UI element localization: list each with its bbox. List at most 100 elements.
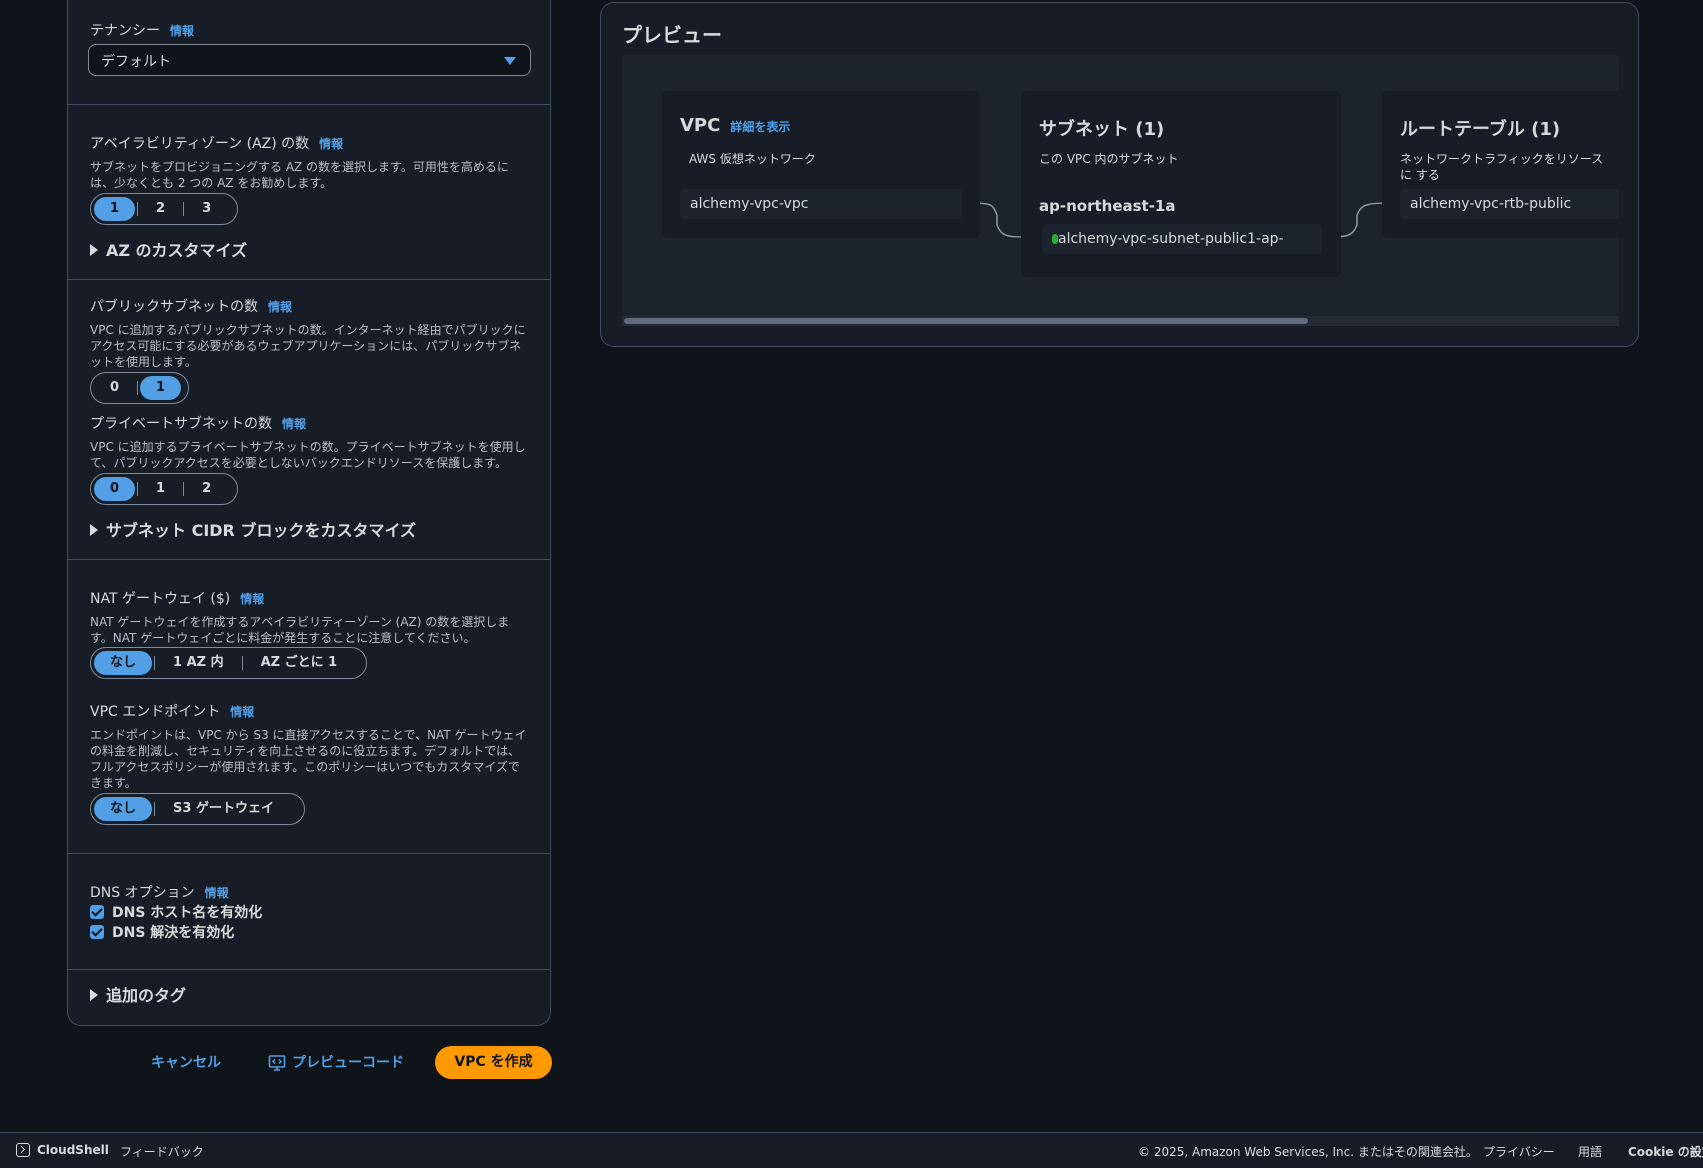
az-count-option-3[interactable]: 3 [186, 197, 227, 221]
vpc-node[interactable]: alchemy-vpc-vpc [680, 189, 962, 219]
vpc-card-subtitle: AWS 仮想ネットワーク [689, 152, 816, 166]
az-count-description: サブネットをプロビジョニングする AZ の数を選択します。可用性を高めるには、少… [90, 160, 509, 190]
vpc-endpoint-segmented-control: なし S3 ゲートウェイ [90, 793, 305, 825]
divider [68, 559, 550, 560]
az-count-segmented-control: 1 2 3 [90, 193, 238, 225]
vpc-endpoint-info-link[interactable]: 情報 [230, 705, 254, 719]
nat-option-1az[interactable]: 1 AZ 内 [157, 651, 240, 675]
nat-option-none[interactable]: なし [94, 651, 153, 675]
route-tables-card-subtitle: ネットワークトラフィックをリソースに する [1400, 152, 1604, 182]
caret-down-icon [504, 57, 516, 65]
subnet-cidr-customize-expander[interactable]: サブネット CIDR ブロックをカスタマイズ [90, 517, 416, 541]
public-subnets-option-1[interactable]: 1 [140, 376, 182, 400]
private-subnets-description: VPC に追加するプライベートサブネットの数。プライベートサブネットを使用して、… [90, 440, 526, 470]
cloudshell-link[interactable]: CloudShell [37, 1143, 109, 1157]
separator [137, 482, 139, 496]
caret-right-icon [90, 988, 98, 1001]
subnets-card: サブネット (1) この VPC 内のサブネット ap-northeast-1a… [1021, 91, 1341, 277]
nat-gateway-label: NAT ゲートウェイ ($) 情報 [90, 591, 265, 607]
preview-title: プレビュー [622, 23, 722, 47]
additional-tags-expander[interactable]: 追加のタグ [90, 982, 186, 1006]
dns-options-section: DNS オプション 情報 [68, 882, 550, 902]
divider [68, 279, 550, 280]
route-table-node[interactable]: alchemy-vpc-rtb-public [1400, 189, 1619, 219]
subnets-card-subtitle: この VPC 内のサブネット [1039, 152, 1179, 166]
separator [183, 202, 185, 216]
dns-hostnames-checkbox[interactable]: DNS ホスト名を有効化 [90, 902, 262, 922]
separator [154, 656, 156, 670]
vpc-endpoint-label: VPC エンドポイント 情報 [90, 704, 255, 720]
private-subnets-info-link[interactable]: 情報 [282, 417, 306, 431]
route-tables-card: ルートテーブル (1) ネットワークトラフィックをリソースに する alchem… [1382, 91, 1619, 238]
tenancy-select[interactable]: デフォルト [88, 44, 531, 76]
cancel-button[interactable]: キャンセル [151, 1046, 221, 1080]
tenancy-select-value: デフォルト [101, 54, 171, 70]
separator [137, 381, 139, 395]
separator [137, 202, 139, 216]
vpc-details-link[interactable]: 詳細を表示 [730, 120, 790, 134]
vpc-card: VPC 詳細を表示 AWS 仮想ネットワーク alchemy-vpc-vpc [662, 91, 980, 238]
terms-link[interactable]: 用語 [1578, 1143, 1602, 1160]
separator [183, 482, 185, 496]
dns-resolution-checkbox[interactable]: DNS 解決を有効化 [90, 922, 234, 942]
az-count-option-2[interactable]: 2 [140, 197, 181, 221]
az-count-label: アベイラビリティゾーン (AZ) の数 情報 [90, 136, 344, 152]
public-subnets-label: パブリックサブネットの数 情報 [90, 299, 293, 315]
nat-gateway-section: NAT ゲートウェイ ($) 情報 NAT ゲートウェイを作成するアベイラビリティ… [68, 588, 550, 646]
subnet-status-icon [1052, 234, 1058, 244]
private-subnets-label: プライベートサブネットの数 情報 [90, 416, 307, 432]
endpoint-option-s3-gateway[interactable]: S3 ゲートウェイ [157, 797, 290, 821]
az-count-option-1[interactable]: 1 [94, 197, 136, 221]
preview-diagram[interactable]: VPC 詳細を表示 AWS 仮想ネットワーク alchemy-vpc-vpc サブ… [622, 55, 1619, 317]
divider [68, 853, 550, 854]
subnets-card-title: サブネット (1) [1039, 119, 1165, 140]
az-count-section: アベイラビリティゾーン (AZ) の数 情報 サブネットをプロビジョニングする A… [68, 133, 550, 191]
preview-code-button[interactable]: プレビューコード [268, 1046, 404, 1080]
separator [154, 802, 156, 816]
subnet-node[interactable]: alchemy-vpc-subnet-public1-ap- [1042, 224, 1322, 254]
caret-right-icon [90, 523, 98, 536]
private-subnets-option-1[interactable]: 1 [140, 477, 181, 501]
vpc-endpoint-description: エンドポイントは、VPC から S3 に直接アクセスすることで、NAT ゲートウ… [90, 728, 527, 790]
checkbox-checked-icon [90, 925, 104, 939]
nat-gateway-segmented-control: なし 1 AZ 内 AZ ごとに 1 [90, 647, 367, 679]
public-subnets-option-0[interactable]: 0 [94, 376, 135, 400]
nat-option-per-az[interactable]: AZ ごとに 1 [245, 651, 354, 675]
preview-panel: プレビュー VPC 詳細を表示 AWS 仮想ネットワーク alchemy-vpc-… [600, 2, 1639, 347]
divider [68, 104, 550, 105]
cloudshell-icon[interactable] [16, 1143, 30, 1157]
scrollbar-thumb[interactable] [624, 318, 1308, 324]
checkbox-checked-icon [90, 905, 104, 919]
console-footer: CloudShell フィードバック © 2025, Amazon Web Se… [0, 1132, 1703, 1168]
preview-horizontal-scrollbar[interactable] [622, 316, 1619, 326]
tenancy-label: テナンシー 情報 [90, 23, 195, 39]
privacy-link[interactable]: プライバシー [1483, 1143, 1555, 1160]
private-subnets-section: プライベートサブネットの数 情報 VPC に追加するプライベートサブネットの数。プ… [68, 413, 550, 471]
public-subnets-description: VPC に追加するパブリックサブネットの数。インターネット経由でパブリックにアク… [90, 323, 526, 369]
az-customize-expander[interactable]: AZ のカスタマイズ [90, 237, 247, 261]
tenancy-info-link[interactable]: 情報 [170, 24, 194, 38]
divider [68, 969, 550, 970]
copyright-text: © 2025, Amazon Web Services, Inc. またはその関… [1138, 1145, 1478, 1159]
dns-options-info-link[interactable]: 情報 [205, 886, 229, 900]
az-count-info-link[interactable]: 情報 [319, 137, 343, 151]
subnet-az-label: ap-northeast-1a [1039, 197, 1176, 215]
private-subnets-segmented-control: 0 1 2 [90, 473, 238, 505]
route-tables-card-title: ルートテーブル (1) [1400, 119, 1561, 140]
feedback-link[interactable]: フィードバック [120, 1143, 204, 1160]
public-subnets-info-link[interactable]: 情報 [268, 300, 292, 314]
private-subnets-option-0[interactable]: 0 [94, 477, 136, 501]
cookie-settings-link[interactable]: Cookie の設定 [1628, 1143, 1703, 1160]
code-preview-icon [268, 1055, 286, 1071]
nat-gateway-description: NAT ゲートウェイを作成するアベイラビリティーゾーン (AZ) の数を選択しま… [90, 615, 510, 645]
separator [241, 656, 243, 670]
private-subnets-option-2[interactable]: 2 [186, 477, 227, 501]
dns-options-label: DNS オプション 情報 [90, 885, 229, 901]
vpc-endpoint-section: VPC エンドポイント 情報 エンドポイントは、VPC から S3 に直接アクセス… [68, 701, 550, 791]
create-vpc-button[interactable]: VPC を作成 [435, 1046, 552, 1079]
nat-gateway-info-link[interactable]: 情報 [240, 592, 264, 606]
caret-right-icon [90, 243, 98, 256]
vpc-card-title: VPC 詳細を表示 [680, 115, 791, 136]
public-subnets-segmented-control: 0 1 [90, 372, 189, 404]
endpoint-option-none[interactable]: なし [94, 797, 153, 821]
